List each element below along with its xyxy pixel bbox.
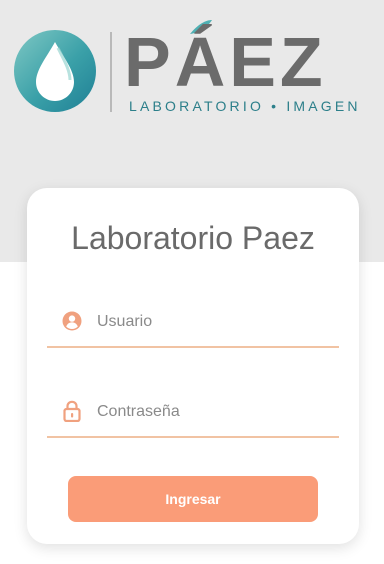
login-button[interactable]: Ingresar [68,476,318,522]
password-input[interactable] [97,398,327,426]
login-title: Laboratorio Paez [71,220,315,256]
brand-logo: PÁEZ LABORATORIO • IMAGEN [12,18,378,118]
username-input[interactable] [97,308,327,336]
password-field [47,388,339,438]
brand-name: PÁEZ [124,23,327,101]
login-card: Laboratorio Paez Ingresar [27,188,359,544]
lock-icon [63,400,81,422]
logo-divider [110,32,112,112]
water-drop-icon [14,30,96,112]
brand-tagline: LABORATORIO • IMAGEN [129,98,361,114]
username-field [47,298,339,348]
user-icon [62,311,82,331]
